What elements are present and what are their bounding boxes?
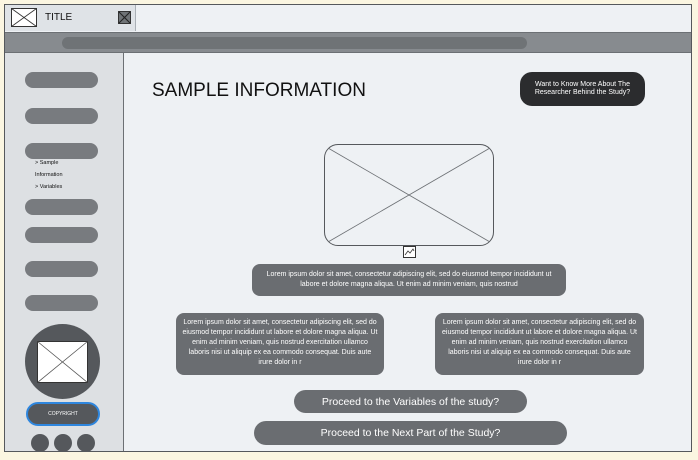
close-icon[interactable] (118, 11, 131, 24)
proceed-variables-button[interactable]: Proceed to the Variables of the study? (294, 390, 527, 413)
sidebar: > Sample Information > Variables COPYRIG… (5, 53, 124, 452)
browser-tab[interactable]: TITLE (5, 5, 136, 31)
sidebar-item-1[interactable] (25, 72, 98, 88)
main-content: SAMPLE INFORMATION Want to Know More Abo… (125, 53, 691, 451)
image-placeholder-icon (11, 8, 37, 27)
sidebar-subnav-sample[interactable]: > Sample (35, 157, 58, 169)
browser-window: TITLE > Sample Information > Variables C… (4, 4, 692, 452)
image-icon (403, 246, 416, 258)
address-bar (5, 32, 691, 53)
page-title: SAMPLE INFORMATION (152, 80, 366, 101)
sidebar-item-5[interactable] (25, 227, 98, 243)
social-dot-3[interactable] (77, 434, 95, 452)
caption-text: Lorem ipsum dolor sit amet, consectetur … (252, 264, 566, 296)
sidebar-subnav-variables[interactable]: > Variables (35, 181, 62, 193)
researcher-button[interactable]: Want to Know More About The Researcher B… (520, 72, 645, 106)
sidebar-item-7[interactable] (25, 295, 98, 311)
proceed-next-button[interactable]: Proceed to the Next Part of the Study? (254, 421, 567, 445)
social-dot-2[interactable] (54, 434, 72, 452)
url-field[interactable] (62, 37, 527, 49)
sidebar-item-2[interactable] (25, 108, 98, 124)
left-text-block: Lorem ipsum dolor sit amet, consectetur … (176, 313, 384, 375)
copyright-button[interactable]: COPYRIGHT (26, 402, 100, 426)
avatar[interactable] (25, 324, 100, 399)
right-text-block: Lorem ipsum dolor sit amet, consectetur … (435, 313, 644, 375)
tab-title: TITLE (45, 12, 73, 23)
sidebar-item-4[interactable] (25, 199, 98, 215)
media-placeholder[interactable] (324, 144, 494, 246)
social-dot-1[interactable] (31, 434, 49, 452)
sidebar-subnav-information[interactable]: Information (35, 169, 63, 181)
image-placeholder-icon (327, 147, 490, 242)
image-placeholder-icon (37, 341, 88, 383)
sidebar-item-6[interactable] (25, 261, 98, 277)
